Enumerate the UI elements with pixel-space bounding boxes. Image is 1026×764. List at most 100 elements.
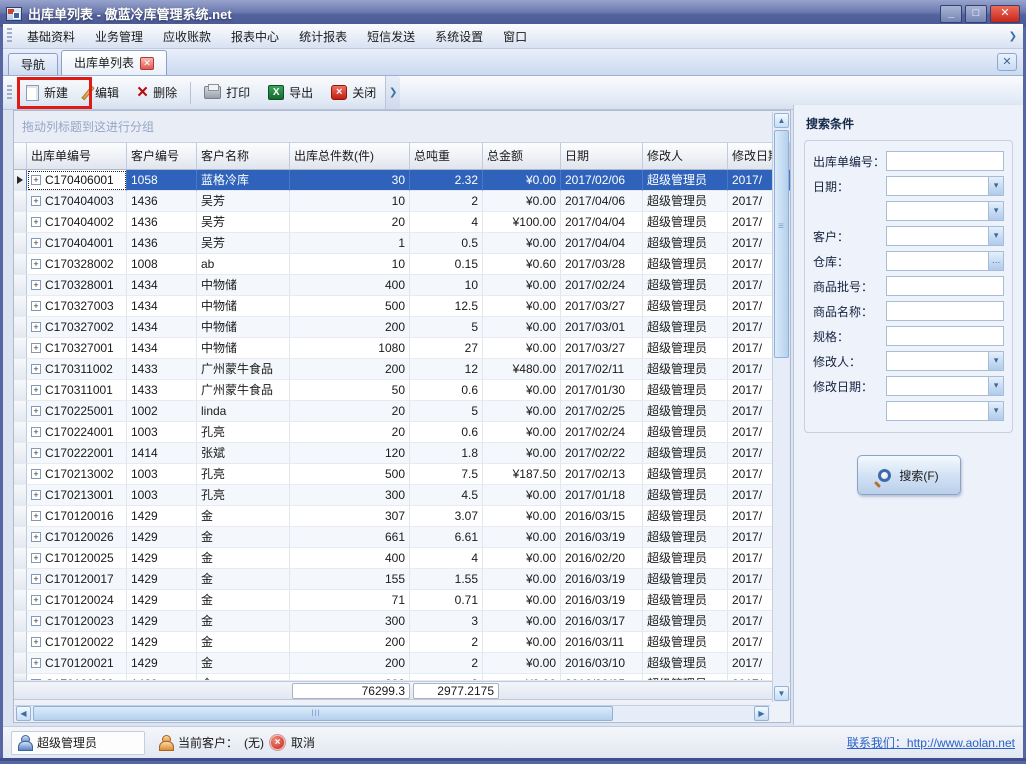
expand-icon[interactable]: + xyxy=(31,637,41,647)
search-input-field[interactable] xyxy=(887,327,1003,345)
expand-icon[interactable]: + xyxy=(31,490,41,500)
search-text-input[interactable] xyxy=(886,301,1004,321)
search-dropdown[interactable]: ▾ xyxy=(886,176,1004,196)
table-row[interactable]: +C1701200231429金3003¥0.002016/03/17超级管理员… xyxy=(14,611,790,632)
column-header[interactable]: 客户编号 xyxy=(127,143,197,170)
search-text-input[interactable] xyxy=(886,276,1004,296)
expand-icon[interactable]: + xyxy=(31,217,41,227)
table-row[interactable]: +C1704060011058蓝格冷库302.32¥0.002017/02/06… xyxy=(14,170,790,191)
table-row[interactable]: +C1701200171429金1551.55¥0.002016/03/19超级… xyxy=(14,569,790,590)
table-row[interactable]: +C1702130011003孔亮3004.5¥0.002017/01/18超级… xyxy=(14,485,790,506)
ellipsis-icon[interactable]: … xyxy=(988,252,1003,270)
table-row[interactable]: +C1701200211429金2002¥0.002016/03/10超级管理员… xyxy=(14,653,790,674)
scroll-up-icon[interactable]: ▲ xyxy=(774,113,789,128)
expand-icon[interactable]: + xyxy=(31,532,41,542)
menu-item[interactable]: 基础资料 xyxy=(17,25,85,48)
expand-icon[interactable]: + xyxy=(31,427,41,437)
menu-grip[interactable] xyxy=(7,28,12,44)
table-row[interactable]: +C1702220011414张斌1201.8¥0.002017/02/22超级… xyxy=(14,443,790,464)
chevron-down-icon[interactable]: ▾ xyxy=(988,227,1003,245)
expand-icon[interactable]: + xyxy=(31,595,41,605)
search-input-field[interactable] xyxy=(887,152,1003,170)
menu-item[interactable]: 窗口 xyxy=(493,25,537,48)
table-row[interactable]: +C1703280011434中物储40010¥0.002017/02/24超级… xyxy=(14,275,790,296)
delete-button[interactable]: × 删除 xyxy=(129,80,185,105)
group-by-hint[interactable]: 拖动列标题到这进行分组 xyxy=(14,111,790,143)
search-lookup-input[interactable]: … xyxy=(886,251,1004,271)
column-header[interactable]: 日期 xyxy=(561,143,643,170)
scroll-right-icon[interactable]: ▶ xyxy=(754,706,769,721)
expand-icon[interactable]: + xyxy=(31,616,41,626)
search-input-field[interactable] xyxy=(887,302,1003,320)
expand-icon[interactable]: + xyxy=(31,301,41,311)
search-button[interactable]: 搜索(F) xyxy=(857,455,961,495)
menu-item[interactable]: 统计报表 xyxy=(289,25,357,48)
search-dropdown[interactable]: ▾ xyxy=(886,201,1004,221)
table-row[interactable]: +C1704040021436吴芳204¥100.002017/04/04超级管… xyxy=(14,212,790,233)
menu-overflow-chevron-icon[interactable]: ❯ xyxy=(1009,31,1023,42)
expand-icon[interactable]: + xyxy=(31,259,41,269)
new-button[interactable]: 新建 xyxy=(18,80,76,105)
table-row[interactable]: +C1703270031434中物储50012.5¥0.002017/03/27… xyxy=(14,296,790,317)
toolbar-grip[interactable] xyxy=(7,85,12,101)
contact-link[interactable]: 联系我们：http://www.aolan.net xyxy=(847,734,1015,751)
column-header[interactable]: 修改人 xyxy=(643,143,728,170)
vertical-scroll-thumb[interactable] xyxy=(774,130,789,358)
search-text-input[interactable] xyxy=(886,151,1004,171)
column-header[interactable]: 出库总件数(件) xyxy=(290,143,410,170)
edit-button[interactable]: 编辑 xyxy=(78,80,127,105)
tab-close-icon[interactable]: ✕ xyxy=(140,57,154,70)
table-row[interactable]: +C1702240011003孔亮200.6¥0.002017/02/24超级管… xyxy=(14,422,790,443)
table-row[interactable]: +C1703270021434中物储2005¥0.002017/03/01超级管… xyxy=(14,317,790,338)
table-row[interactable]: +C1702130021003孔亮5007.5¥187.502017/02/13… xyxy=(14,464,790,485)
table-row[interactable]: +C1704040031436吴芳102¥0.002017/04/06超级管理员… xyxy=(14,191,790,212)
search-input-field[interactable] xyxy=(887,202,989,220)
close-button[interactable]: ✕ xyxy=(990,5,1020,23)
search-input-field[interactable] xyxy=(887,402,989,420)
search-input-field[interactable] xyxy=(887,177,989,195)
close-tab-button[interactable]: × 关闭 xyxy=(323,80,384,105)
search-dropdown[interactable]: ▾ xyxy=(886,351,1004,371)
expand-icon[interactable]: + xyxy=(31,658,41,668)
expand-icon[interactable]: + xyxy=(31,175,41,185)
maximize-button[interactable]: □ xyxy=(965,5,987,23)
table-row[interactable]: +C1702250011002linda205¥0.002017/02/25超级… xyxy=(14,401,790,422)
tab-navigation[interactable]: 导航 xyxy=(8,53,58,75)
minimize-button[interactable]: _ xyxy=(940,5,962,23)
column-header[interactable]: 出库单编号 xyxy=(27,143,127,170)
search-input-field[interactable] xyxy=(887,352,989,370)
expand-icon[interactable]: + xyxy=(31,364,41,374)
column-header[interactable]: 总金额 xyxy=(483,143,561,170)
search-input-field[interactable] xyxy=(887,252,989,270)
search-input-field[interactable] xyxy=(887,277,1003,295)
export-button[interactable]: X 导出 xyxy=(260,80,321,105)
scroll-left-icon[interactable]: ◀ xyxy=(16,706,31,721)
expand-icon[interactable]: + xyxy=(31,406,41,416)
tabstrip-close-icon[interactable]: ✕ xyxy=(997,53,1017,71)
search-text-input[interactable] xyxy=(886,326,1004,346)
table-row[interactable]: +C1701200221429金2002¥0.002016/03/11超级管理员… xyxy=(14,632,790,653)
expand-icon[interactable]: + xyxy=(31,511,41,521)
expand-icon[interactable]: + xyxy=(31,196,41,206)
menu-item[interactable]: 报表中心 xyxy=(221,25,289,48)
expand-icon[interactable]: + xyxy=(31,574,41,584)
chevron-down-icon[interactable]: ▾ xyxy=(988,402,1003,420)
chevron-down-icon[interactable]: ▾ xyxy=(988,202,1003,220)
table-row[interactable]: +C1701200251429金4004¥0.002016/02/20超级管理员… xyxy=(14,548,790,569)
table-row[interactable]: +C1701200161429金3073.07¥0.002016/03/15超级… xyxy=(14,506,790,527)
table-row[interactable]: +C1701200201429金2002¥0.002016/03/05超级管理员… xyxy=(14,674,790,681)
chevron-down-icon[interactable]: ▾ xyxy=(988,177,1003,195)
search-dropdown[interactable]: ▾ xyxy=(886,401,1004,421)
horizontal-scrollbar[interactable]: ◀ ▶ xyxy=(15,705,770,721)
table-row[interactable]: +C1703110021433广州蒙牛食品20012¥480.002017/02… xyxy=(14,359,790,380)
toolbar-overflow-chevron-icon[interactable]: ❯ xyxy=(385,76,400,109)
chevron-down-icon[interactable]: ▾ xyxy=(988,352,1003,370)
column-header[interactable]: 总吨重 xyxy=(410,143,483,170)
expand-icon[interactable]: + xyxy=(31,280,41,290)
column-header[interactable]: 客户名称 xyxy=(197,143,290,170)
table-row[interactable]: +C1703270011434中物储108027¥0.002017/03/27超… xyxy=(14,338,790,359)
expand-icon[interactable]: + xyxy=(31,448,41,458)
table-row[interactable]: +C1703110011433广州蒙牛食品500.6¥0.002017/01/3… xyxy=(14,380,790,401)
chevron-down-icon[interactable]: ▾ xyxy=(988,377,1003,395)
table-row[interactable]: +C1704040011436吴芳10.5¥0.002017/04/04超级管理… xyxy=(14,233,790,254)
